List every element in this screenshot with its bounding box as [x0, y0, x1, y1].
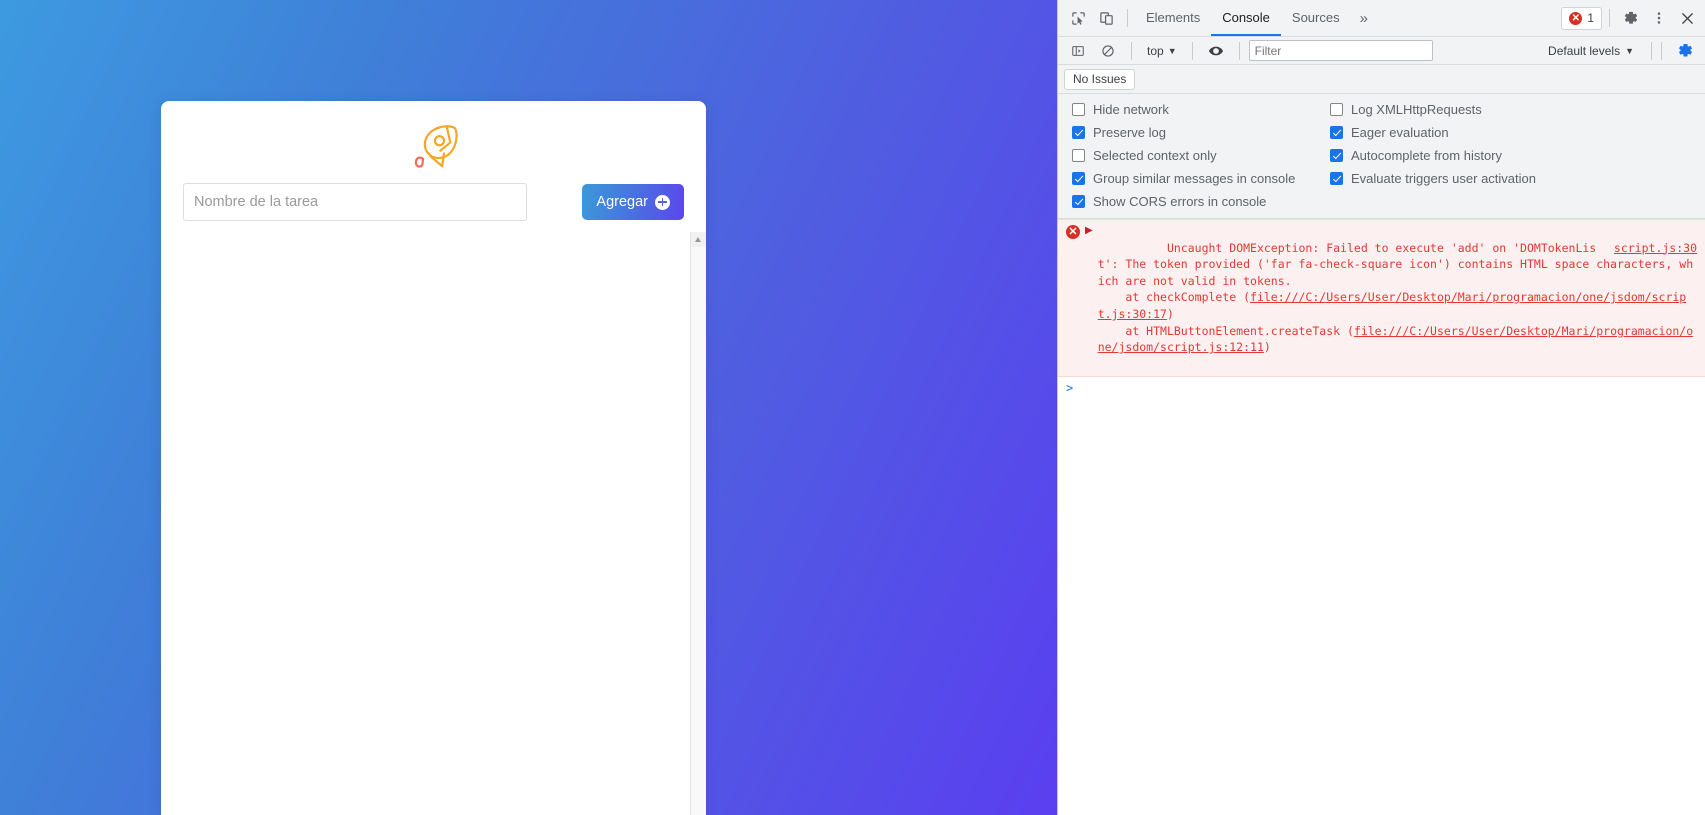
- setting-label-show-cors-errors: Show CORS errors in console: [1093, 194, 1267, 209]
- console-settings-panel: Hide network Log XMLHttpRequests Preserv…: [1058, 94, 1705, 219]
- error-count-badge[interactable]: ✕ 1: [1561, 6, 1602, 30]
- setting-eager-evaluation[interactable]: Eager evaluation: [1330, 125, 1705, 140]
- checkbox-autocomplete-from-history[interactable]: [1330, 149, 1343, 162]
- setting-selected-context-only[interactable]: Selected context only: [1072, 148, 1330, 163]
- setting-label-hide-network: Hide network: [1093, 102, 1169, 117]
- error-count-value: 1: [1587, 11, 1594, 25]
- scrollbar-track[interactable]: [691, 247, 706, 815]
- inspect-element-icon[interactable]: [1064, 4, 1092, 32]
- setting-label-group-similar-messages: Group similar messages in console: [1093, 171, 1296, 186]
- execution-context-value: top: [1147, 43, 1164, 58]
- setting-show-cors-errors[interactable]: Show CORS errors in console: [1072, 194, 1330, 209]
- setting-label-eager-evaluation: Eager evaluation: [1351, 125, 1449, 140]
- filterbar-divider: [1131, 41, 1132, 60]
- add-task-button[interactable]: Agregar: [582, 184, 684, 220]
- setting-label-preserve-log: Preserve log: [1093, 125, 1166, 140]
- error-circle-icon: ✕: [1569, 11, 1583, 25]
- console-input-prompt[interactable]: >: [1058, 377, 1705, 399]
- tab-sources[interactable]: Sources: [1281, 0, 1351, 36]
- console-error-entry[interactable]: ✕ ▶ script.js:30 Uncaught DOMException: F…: [1058, 219, 1705, 378]
- checkbox-group-similar-messages[interactable]: [1072, 172, 1085, 185]
- settings-panel-filler: [1330, 194, 1705, 209]
- device-toolbar-icon[interactable]: [1092, 4, 1120, 32]
- checkbox-evaluate-triggers-user-activation[interactable]: [1330, 172, 1343, 185]
- stack-frame-0-prefix: at checkComplete (: [1097, 290, 1251, 305]
- checkbox-log-xmlhttprequests[interactable]: [1330, 103, 1343, 116]
- console-filter-toolbar: top ▼ Default levels ▼: [1058, 37, 1705, 65]
- checkbox-selected-context-only[interactable]: [1072, 149, 1085, 162]
- kebab-menu-icon[interactable]: [1645, 4, 1673, 32]
- prompt-chevron-icon: >: [1066, 381, 1074, 396]
- setting-autocomplete-from-history[interactable]: Autocomplete from history: [1330, 148, 1705, 163]
- filterbar-divider-4: [1651, 41, 1652, 60]
- tabstrip-divider: [1127, 9, 1128, 27]
- tab-elements[interactable]: Elements: [1135, 0, 1211, 36]
- filterbar-divider-5: [1661, 41, 1662, 60]
- setting-label-autocomplete-from-history: Autocomplete from history: [1351, 148, 1503, 163]
- scrollbar-up-arrow-icon[interactable]: [691, 232, 706, 247]
- setting-evaluate-triggers-user-activation[interactable]: Evaluate triggers user activation: [1330, 171, 1705, 186]
- task-form: Agregar: [183, 183, 684, 221]
- stack-frame-0-suffix: ): [1166, 306, 1174, 321]
- tabstrip-divider-2: [1609, 9, 1610, 27]
- checkbox-eager-evaluation[interactable]: [1330, 126, 1343, 139]
- filterbar-divider-3: [1238, 41, 1240, 60]
- task-app-card: Agregar: [161, 101, 706, 815]
- log-levels-value: Default levels: [1548, 43, 1621, 58]
- gear-icon[interactable]: [1617, 4, 1645, 32]
- issues-toolbar: No Issues: [1058, 65, 1705, 94]
- live-expression-eye-icon[interactable]: [1202, 37, 1230, 65]
- checkbox-show-cors-errors[interactable]: [1072, 195, 1085, 208]
- tab-console[interactable]: Console: [1211, 0, 1281, 36]
- error-message-text: Uncaught DOMException: Failed to execute…: [1097, 240, 1694, 288]
- add-task-button-label: Agregar: [596, 194, 648, 210]
- devtools-panel: Elements Console Sources » ✕ 1 top ▼ Fil…: [1057, 0, 1705, 815]
- screen-root: Agregar: [0, 0, 1705, 815]
- setting-group-similar-messages[interactable]: Group similar messages in console: [1072, 171, 1330, 186]
- chevron-double-right-icon[interactable]: »: [1351, 10, 1377, 27]
- setting-hide-network[interactable]: Hide network: [1072, 102, 1330, 117]
- close-icon[interactable]: [1673, 4, 1701, 32]
- chevron-down-icon: ▼: [1167, 45, 1177, 56]
- task-list-scrollbar[interactable]: [690, 232, 706, 815]
- stack-frame-1-suffix: ): [1263, 340, 1271, 355]
- expand-triangle-icon[interactable]: ▶: [1085, 226, 1093, 236]
- devtools-tabstrip: Elements Console Sources » ✕ 1: [1058, 0, 1705, 37]
- no-issues-button[interactable]: No Issues: [1064, 68, 1136, 90]
- rocket-icon: [405, 125, 463, 181]
- log-levels-selector[interactable]: Default levels ▼: [1540, 41, 1642, 61]
- checkbox-preserve-log[interactable]: [1072, 126, 1085, 139]
- web-page-viewport: Agregar: [0, 0, 1057, 815]
- rocket-icon-wrapper: [161, 119, 706, 182]
- console-settings-gear-icon[interactable]: [1671, 37, 1699, 65]
- console-filter-input[interactable]: [1248, 40, 1433, 61]
- console-sidebar-icon[interactable]: [1064, 37, 1092, 65]
- error-circle-icon: ✕: [1066, 225, 1080, 239]
- setting-label-evaluate-triggers-user-activation: Evaluate triggers user activation: [1351, 171, 1536, 186]
- stack-frame-1-prefix: at HTMLButtonElement.createTask (: [1097, 323, 1354, 338]
- filterbar-divider-2: [1191, 41, 1193, 60]
- setting-label-selected-context-only: Selected context only: [1093, 148, 1217, 163]
- plus-circle-icon: [655, 194, 670, 210]
- console-message-list: ✕ ▶ script.js:30 Uncaught DOMException: F…: [1058, 219, 1705, 775]
- task-name-input[interactable]: [183, 183, 527, 221]
- setting-preserve-log[interactable]: Preserve log: [1072, 125, 1330, 140]
- execution-context-selector[interactable]: top ▼: [1141, 41, 1183, 61]
- setting-log-xmlhttprequests[interactable]: Log XMLHttpRequests: [1330, 102, 1705, 117]
- clear-console-icon[interactable]: [1094, 37, 1122, 65]
- setting-label-log-xmlhttprequests: Log XMLHttpRequests: [1351, 102, 1482, 117]
- chevron-down-icon-levels: ▼: [1625, 45, 1634, 56]
- error-source-link[interactable]: script.js:30: [1614, 240, 1697, 257]
- checkbox-hide-network[interactable]: [1072, 103, 1085, 116]
- console-error-body: script.js:30 Uncaught DOMException: Faile…: [1098, 223, 1697, 372]
